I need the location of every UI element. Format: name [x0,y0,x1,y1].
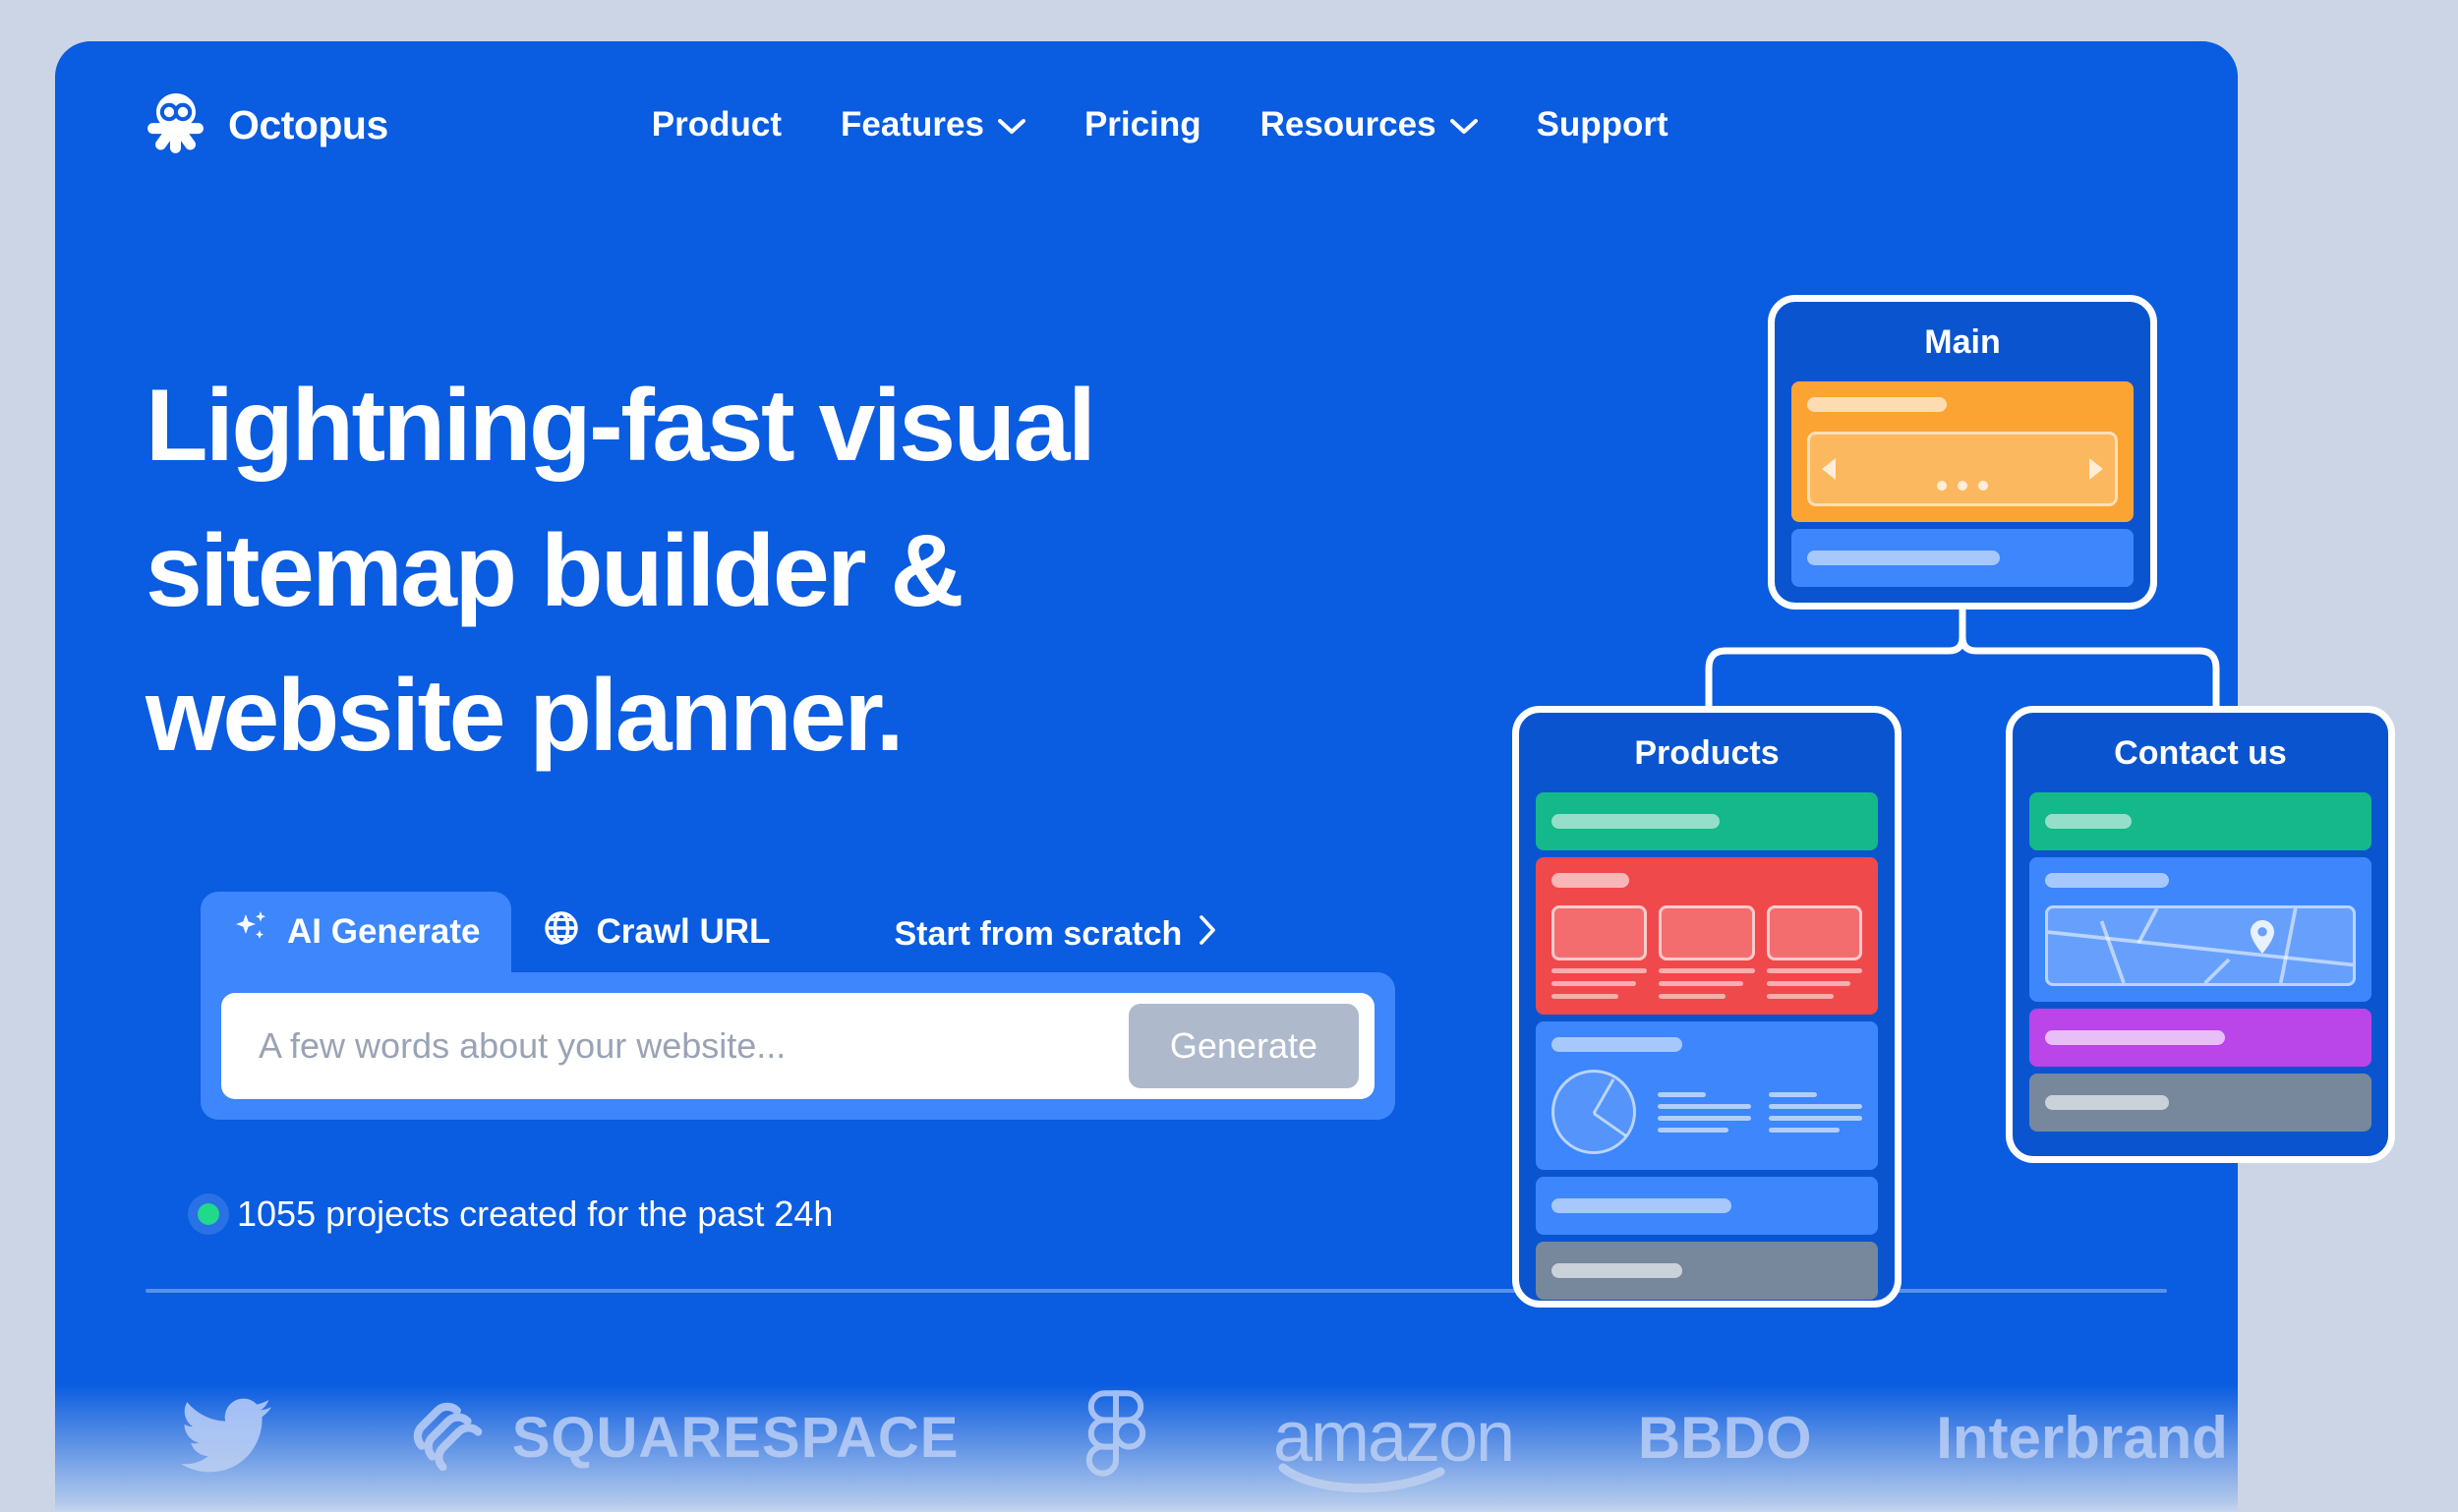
page-title: Lightning-fast visual sitemap builder & … [146,354,1522,789]
nav-item-support[interactable]: Support [1537,105,1668,145]
nav-item-pricing[interactable]: Pricing [1084,105,1201,145]
main-nav: Product Features Pricing Resources Suppo… [652,105,1668,145]
hero-card: Octopus Product Features Pricing Resourc… [55,41,2238,1512]
website-description-input[interactable] [259,1025,1129,1067]
block-red-cards [1536,857,1878,1015]
chevron-right-icon [1198,914,1217,955]
generator-field-wrap: Generate [201,972,1395,1120]
placeholder-bar [2045,814,2133,829]
tab-label-ai-generate: AI Generate [287,912,481,951]
product-card [1551,905,1648,999]
sitemap-node-products[interactable]: Products [1512,706,1902,1308]
squarespace-logo: SQUARESPACE [404,1393,960,1483]
generate-button[interactable]: Generate [1128,1004,1359,1088]
block-green-bar [2029,792,2371,850]
nav-item-features[interactable]: Features [841,105,1025,145]
pie-chart-icon [1551,1070,1636,1154]
placeholder-bar [1807,397,1948,412]
carousel-next-icon[interactable] [2089,458,2103,480]
block-green-bar [1536,792,1878,850]
tab-crawl-url[interactable]: Crawl URL [511,892,801,972]
tab-label-crawl-url: Crawl URL [596,912,771,951]
twitter-logo-icon [173,1390,279,1485]
map-widget [2045,905,2356,986]
placeholder-bar [1807,551,2000,565]
block-purple-bar [2029,1009,2371,1067]
placeholder-bar [1551,1263,1682,1278]
nav-label-resources: Resources [1259,105,1436,144]
placeholder-bar [1551,1037,1682,1052]
nav-label-pricing: Pricing [1083,105,1201,144]
placeholder-bar [2045,1030,2226,1045]
nav-label-features: Features [841,105,984,144]
placeholder-bar [2045,1095,2170,1110]
brand-name: Octopus [228,101,388,147]
generator-field: Generate [221,993,1375,1099]
generator-tabs: AI Generate Crawl URL Start from scratch [201,892,1398,972]
block-blue-map [2029,857,2371,1002]
block-gray-footer [1536,1242,1878,1300]
sitemap-node-title-products: Products [1634,734,1780,772]
carousel-dots [1810,481,2115,491]
map-pin-icon [2250,920,2275,959]
placeholder-bar [1551,1198,1732,1213]
octopus-logo-icon [146,91,206,159]
sitemap-node-body-products [1519,792,1895,1317]
partner-logos: SQUARESPACE amazon BBDO Interbrand [173,1378,2228,1496]
amazon-logo: amazon [1273,1397,1515,1493]
figma-logo-icon [1083,1387,1148,1488]
map-lines [2048,908,2353,983]
projects-created-label: 1055 projects created for the past 24h [237,1193,834,1234]
block-blue-chart [1536,1021,1878,1170]
interbrand-wordmark: Interbrand [1936,1404,2228,1471]
projects-created-stat: 1055 projects created for the past 24h [198,1193,833,1235]
chevron-down-icon [1449,105,1478,145]
start-from-scratch-link[interactable]: Start from scratch [894,914,1217,972]
product-card-group [1551,905,1862,999]
tab-ai-generate[interactable]: AI Generate [201,892,512,972]
nav-label-product: Product [651,105,783,144]
page-root: Octopus Product Features Pricing Resourc… [0,0,2458,1512]
squarespace-mark-icon [404,1393,489,1483]
headline-line-3: website planner. [146,659,905,774]
nav-label-support: Support [1536,105,1668,144]
sitemap-node-main[interactable]: Main [1768,295,2157,610]
headline-line-2: sitemap builder & [146,513,965,628]
placeholder-bar [2045,873,2170,888]
carousel-prev-icon[interactable] [1822,458,1836,480]
product-card [1766,905,1862,999]
nav-item-product[interactable]: Product [652,105,782,145]
nav-item-resources[interactable]: Resources [1260,105,1478,145]
hero-clip: Octopus Product Features Pricing Resourc… [55,41,2238,1512]
status-dot-icon [198,1203,219,1225]
block-lightblue-bar [1791,529,2134,587]
sitemap-node-title-main: Main [1924,323,2001,361]
placeholder-bar [1551,814,1720,829]
sparkle-icon [232,908,271,957]
generator-widget: AI Generate Crawl URL Start from scratch… [201,892,1398,1120]
headline-line-1: Lightning-fast visual [146,369,1096,483]
brand[interactable]: Octopus [146,91,388,159]
sitemap-node-title-contact: Contact us [2114,734,2287,772]
site-header: Octopus Product Features Pricing Resourc… [55,41,2238,208]
placeholder-bar [1551,873,1629,888]
start-from-scratch-label: Start from scratch [894,915,1183,953]
globe-icon [543,909,580,956]
block-blue-bar [1536,1177,1878,1235]
text-columns [1658,1091,1862,1133]
sitemap-node-body-contact [2013,792,2388,1149]
sitemap-node-contact-us[interactable]: Contact us [2006,706,2395,1163]
bbdo-wordmark: BBDO [1637,1404,1812,1471]
product-card [1659,905,1755,999]
block-gray-footer [2029,1074,2371,1132]
pie-chart-row [1551,1070,1862,1154]
block-orange-hero [1791,381,2134,522]
chevron-down-icon [997,105,1025,145]
carousel-widget [1807,432,2118,506]
sitemap-node-body-main [1775,381,2150,605]
squarespace-wordmark: SQUARESPACE [511,1405,960,1470]
